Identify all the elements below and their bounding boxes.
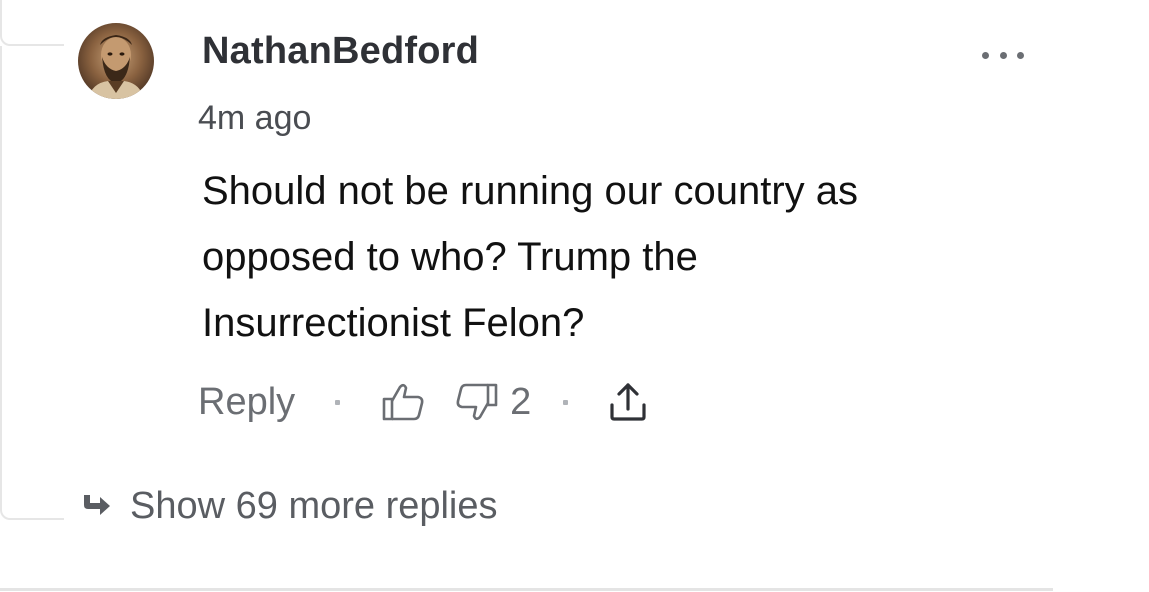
comment-body-line: Insurrectionist Felon? [202,301,585,345]
comment-actions: Reply 2 [198,372,648,432]
thumbs-up-icon [382,383,424,421]
thread-connector-line [0,0,64,46]
avatar[interactable] [78,23,154,99]
more-options-icon [982,51,989,59]
comment-body-line: Should not be running our country as [202,169,858,213]
username[interactable]: NathanBedford [202,30,479,73]
upvote-button[interactable] [380,381,426,423]
section-divider [0,588,1053,591]
show-more-replies-button[interactable]: Show 69 more replies [80,480,498,532]
reply-button[interactable]: Reply [198,381,295,424]
portrait-avatar-icon [88,35,144,99]
downvote-count: 2 [510,380,532,423]
comment-timestamp: 4m ago [198,99,312,137]
thread-connector-line [0,46,64,520]
downvote-button[interactable]: 2 [454,381,531,424]
separator-dot [335,399,341,405]
comment-page: NathanBedford 4m ago Should not be runni… [0,0,1149,592]
separator-dot [563,399,569,405]
more-options-icon [1017,51,1024,59]
thumbs-down-icon [456,383,498,421]
share-button[interactable] [608,381,648,423]
more-options-icon [999,51,1007,59]
show-more-replies-label: Show 69 more replies [130,484,498,527]
comment-body-line: opposed to who? Trump the [202,235,698,279]
comment-body: Should not be running our country as opp… [202,158,1002,356]
share-upload-icon [610,383,646,421]
more-options-button[interactable] [982,42,1024,68]
reply-arrow-icon [84,495,110,515]
